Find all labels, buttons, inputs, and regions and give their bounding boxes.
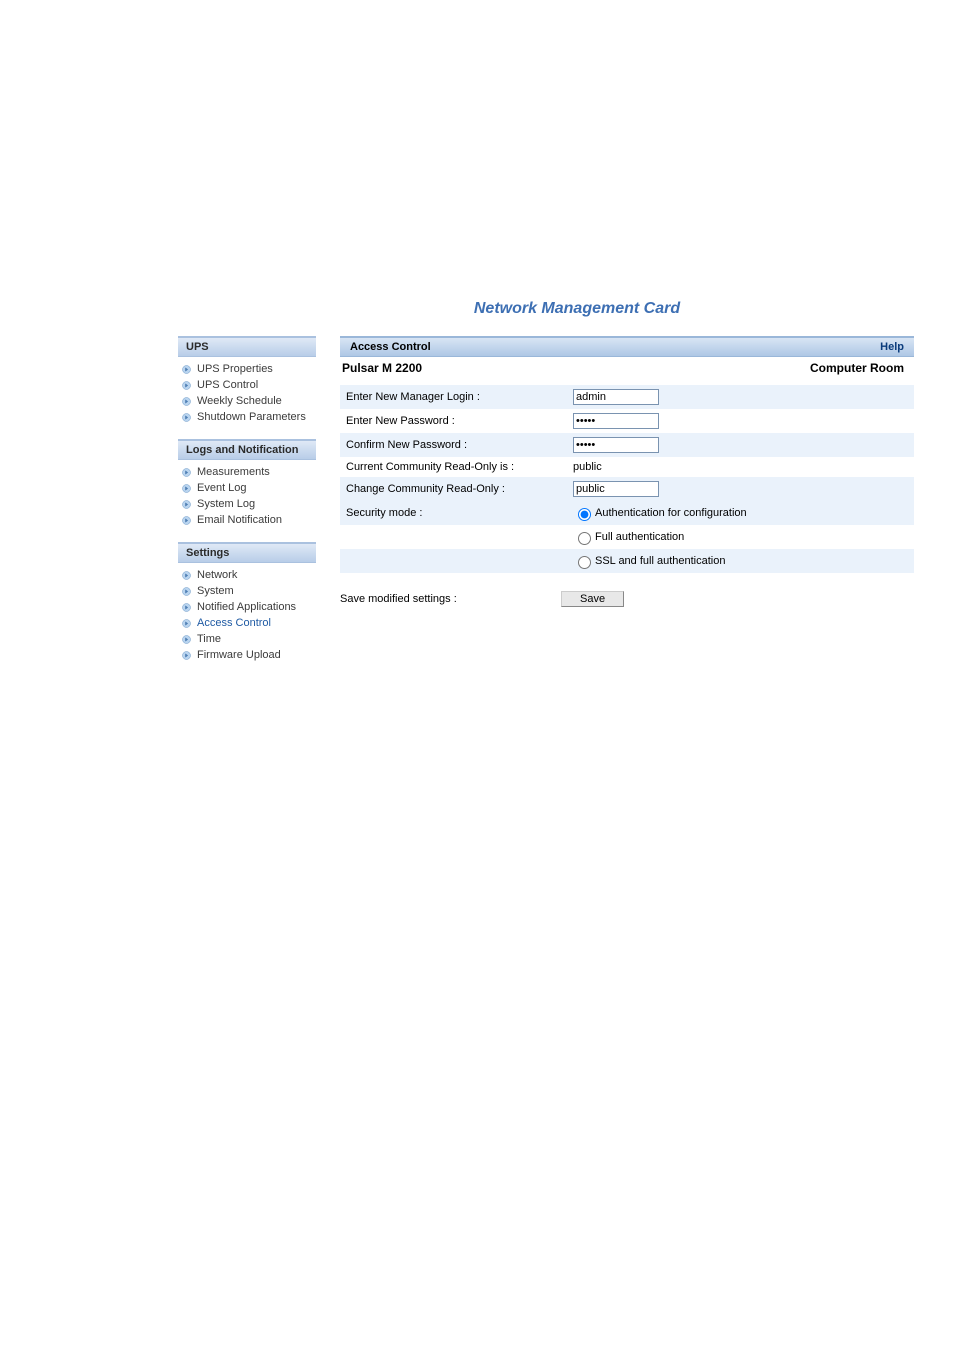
radio-label: SSL and full authentication: [595, 555, 725, 567]
sidebar-item-label[interactable]: System: [197, 585, 234, 597]
arrow-icon: [182, 619, 191, 628]
security-mode-radio[interactable]: [578, 508, 591, 521]
sidebar-item-label[interactable]: Measurements: [197, 466, 270, 478]
text-input[interactable]: [573, 389, 659, 405]
sidebar-item-label[interactable]: Event Log: [197, 482, 247, 494]
sidebar-item[interactable]: Weekly Schedule: [178, 393, 316, 409]
sidebar-item-label[interactable]: Weekly Schedule: [197, 395, 282, 407]
sidebar-item-label[interactable]: UPS Control: [197, 379, 258, 391]
sidebar-item-label[interactable]: System Log: [197, 498, 255, 510]
sidebar-item-label[interactable]: Notified Applications: [197, 601, 296, 613]
form-label: Enter New Manager Login :: [340, 385, 567, 409]
sidebar-item-label[interactable]: Network: [197, 569, 237, 581]
sidebar-item[interactable]: Event Log: [178, 480, 316, 496]
sidebar-item[interactable]: Firmware Upload: [178, 647, 316, 663]
page-title: Network Management Card: [200, 300, 954, 318]
sidebar-item-label[interactable]: Email Notification: [197, 514, 282, 526]
settings-form: Enter New Manager Login :Enter New Passw…: [340, 385, 914, 573]
sidebar-item[interactable]: Network: [178, 567, 316, 583]
main-panel: Access Control Help Pulsar M 2200 Comput…: [340, 336, 914, 607]
arrow-icon: [182, 500, 191, 509]
panel-header: Access Control Help: [340, 336, 914, 357]
radio-label: Full authentication: [595, 531, 684, 543]
arrow-icon: [182, 516, 191, 525]
arrow-icon: [182, 381, 191, 390]
form-label: Security mode :: [340, 501, 567, 525]
password-input[interactable]: [573, 437, 659, 453]
sidebar-item[interactable]: Shutdown Parameters: [178, 409, 316, 425]
location-name: Computer Room: [810, 361, 904, 375]
security-mode-radio[interactable]: [578, 532, 591, 545]
arrow-icon: [182, 635, 191, 644]
save-row: Save modified settings : Save: [340, 591, 914, 607]
sidebar-item[interactable]: UPS Properties: [178, 361, 316, 377]
arrow-icon: [182, 397, 191, 406]
panel-title: Access Control: [350, 341, 431, 353]
arrow-icon: [182, 484, 191, 493]
password-input[interactable]: [573, 413, 659, 429]
form-label: [340, 525, 567, 549]
sidebar-section-header: Settings: [178, 542, 316, 563]
security-mode-radio[interactable]: [578, 556, 591, 569]
arrow-icon: [182, 571, 191, 580]
sidebar-item-label[interactable]: Time: [197, 633, 221, 645]
save-button[interactable]: Save: [561, 591, 624, 607]
device-name: Pulsar M 2200: [342, 361, 422, 375]
arrow-icon: [182, 587, 191, 596]
sidebar-item[interactable]: System: [178, 583, 316, 599]
sidebar-item[interactable]: Measurements: [178, 464, 316, 480]
form-label: [340, 549, 567, 573]
sidebar-section-header: UPS: [178, 336, 316, 357]
form-label: Current Community Read-Only is :: [340, 457, 567, 477]
sidebar-item[interactable]: System Log: [178, 496, 316, 512]
arrow-icon: [182, 603, 191, 612]
radio-label: Authentication for configuration: [595, 507, 747, 519]
panel-subheader: Pulsar M 2200 Computer Room: [340, 357, 914, 385]
form-static-value: public: [567, 457, 914, 477]
sidebar-item[interactable]: Notified Applications: [178, 599, 316, 615]
arrow-icon: [182, 413, 191, 422]
sidebar-section-header: Logs and Notification: [178, 439, 316, 460]
text-input[interactable]: [573, 481, 659, 497]
form-label: Confirm New Password :: [340, 433, 567, 457]
sidebar-item-label[interactable]: Shutdown Parameters: [197, 411, 306, 423]
sidebar-item[interactable]: UPS Control: [178, 377, 316, 393]
sidebar-item-label[interactable]: Firmware Upload: [197, 649, 281, 661]
arrow-icon: [182, 468, 191, 477]
arrow-icon: [182, 365, 191, 374]
save-label: Save modified settings :: [340, 593, 561, 605]
form-label: Change Community Read-Only :: [340, 477, 567, 501]
sidebar: UPS UPS Properties UPS Control Weekly Sched…: [178, 336, 316, 677]
help-link[interactable]: Help: [880, 341, 904, 353]
sidebar-item-label[interactable]: Access Control: [197, 617, 271, 629]
form-label: Enter New Password :: [340, 409, 567, 433]
sidebar-item[interactable]: Time: [178, 631, 316, 647]
arrow-icon: [182, 651, 191, 660]
sidebar-item[interactable]: Access Control: [178, 615, 316, 631]
sidebar-item[interactable]: Email Notification: [178, 512, 316, 528]
sidebar-item-label[interactable]: UPS Properties: [197, 363, 273, 375]
